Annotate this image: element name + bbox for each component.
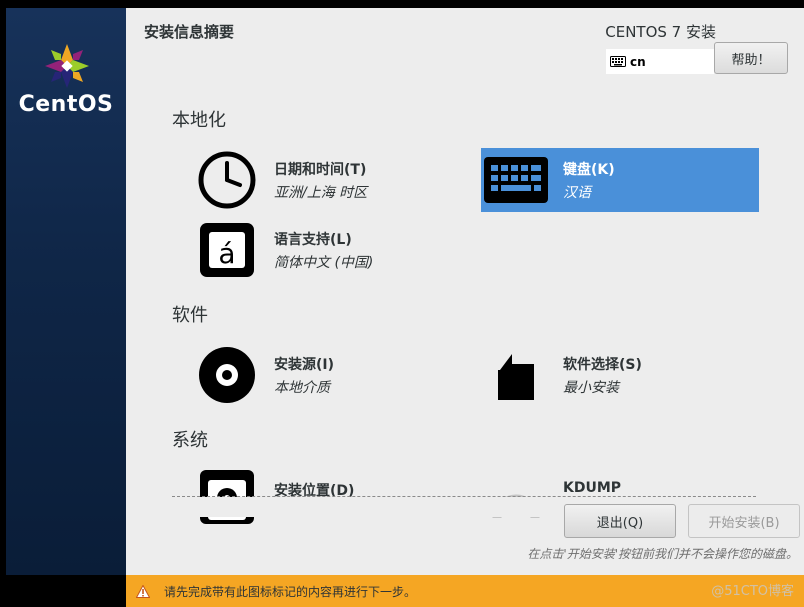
clock-icon <box>198 151 256 209</box>
top-strip <box>0 0 804 8</box>
spoke-install-source-status: 本地介质 <box>274 379 330 396</box>
watermark: @51CTO博客 <box>711 584 794 599</box>
main-panel: 安装信息摘要 CENTOS 7 安装 cn 帮助！ 本地化 软件 系统 日期和时… <box>126 8 804 575</box>
spoke-kdump-title: KDUMP <box>563 480 622 496</box>
disc-icon <box>199 347 255 403</box>
keyboard-icon <box>610 56 626 67</box>
centos-brand: CentOS <box>18 92 114 117</box>
spoke-keyboard-title: 键盘(K) <box>563 161 615 178</box>
sidebar: CentOS <box>6 8 126 575</box>
product-title: CENTOS 7 安装 <box>605 23 716 41</box>
spoke-language-title: 语言支持(L) <box>274 231 352 248</box>
scroll-cutoff <box>172 497 772 517</box>
spoke-install-source-title: 安装源(I) <box>274 356 335 373</box>
warning-icon <box>136 584 150 598</box>
begin-installation-button[interactable]: 开始安装(B) <box>688 504 800 538</box>
page-title: 安装信息摘要 <box>144 23 235 41</box>
keyboard-layout-indicator[interactable]: cn <box>606 49 714 74</box>
section-system: 系统 <box>172 430 208 451</box>
svg-text:á: á <box>218 237 235 270</box>
spoke-keyboard-status: 汉语 <box>563 184 591 201</box>
spoke-keyboard[interactable]: 键盘(K) 汉语 <box>481 148 759 212</box>
help-button[interactable]: 帮助！ <box>714 42 788 74</box>
spoke-install-source[interactable]: 安装源(I) 本地介质 <box>192 343 472 407</box>
section-localization: 本地化 <box>172 110 226 131</box>
section-software: 软件 <box>172 305 208 326</box>
package-icon <box>498 354 534 400</box>
language-icon: á <box>200 223 254 277</box>
spoke-datetime-status: 亚洲/上海 时区 <box>274 184 368 201</box>
spoke-language-status: 简体中文 (中国) <box>274 254 374 271</box>
spoke-datetime[interactable]: 日期和时间(T) 亚洲/上海 时区 <box>192 148 472 212</box>
spoke-software-selection-status: 最小安装 <box>563 379 619 396</box>
warning-text: 请先完成带有此图标标记的内容再进行下一步。 <box>164 584 417 599</box>
warning-bar: 请先完成带有此图标标记的内容再进行下一步。 <box>126 575 804 607</box>
keyboard-layout-label: cn <box>630 54 646 69</box>
spoke-language[interactable]: á 语言支持(L) 简体中文 (中国) <box>192 218 472 282</box>
spoke-software-selection[interactable]: 软件选择(S) 最小安装 <box>481 343 759 407</box>
spoke-software-selection-title: 软件选择(S) <box>563 356 642 373</box>
quit-button[interactable]: 退出(Q) <box>564 504 676 538</box>
divider <box>172 496 756 497</box>
spoke-datetime-title: 日期和时间(T) <box>274 161 367 178</box>
keyboard-icon <box>484 157 548 203</box>
disk-notice: 在点击'开始安装'按钮前我们并不会操作您的磁盘。 <box>527 547 798 561</box>
centos-logo-icon <box>45 44 89 88</box>
